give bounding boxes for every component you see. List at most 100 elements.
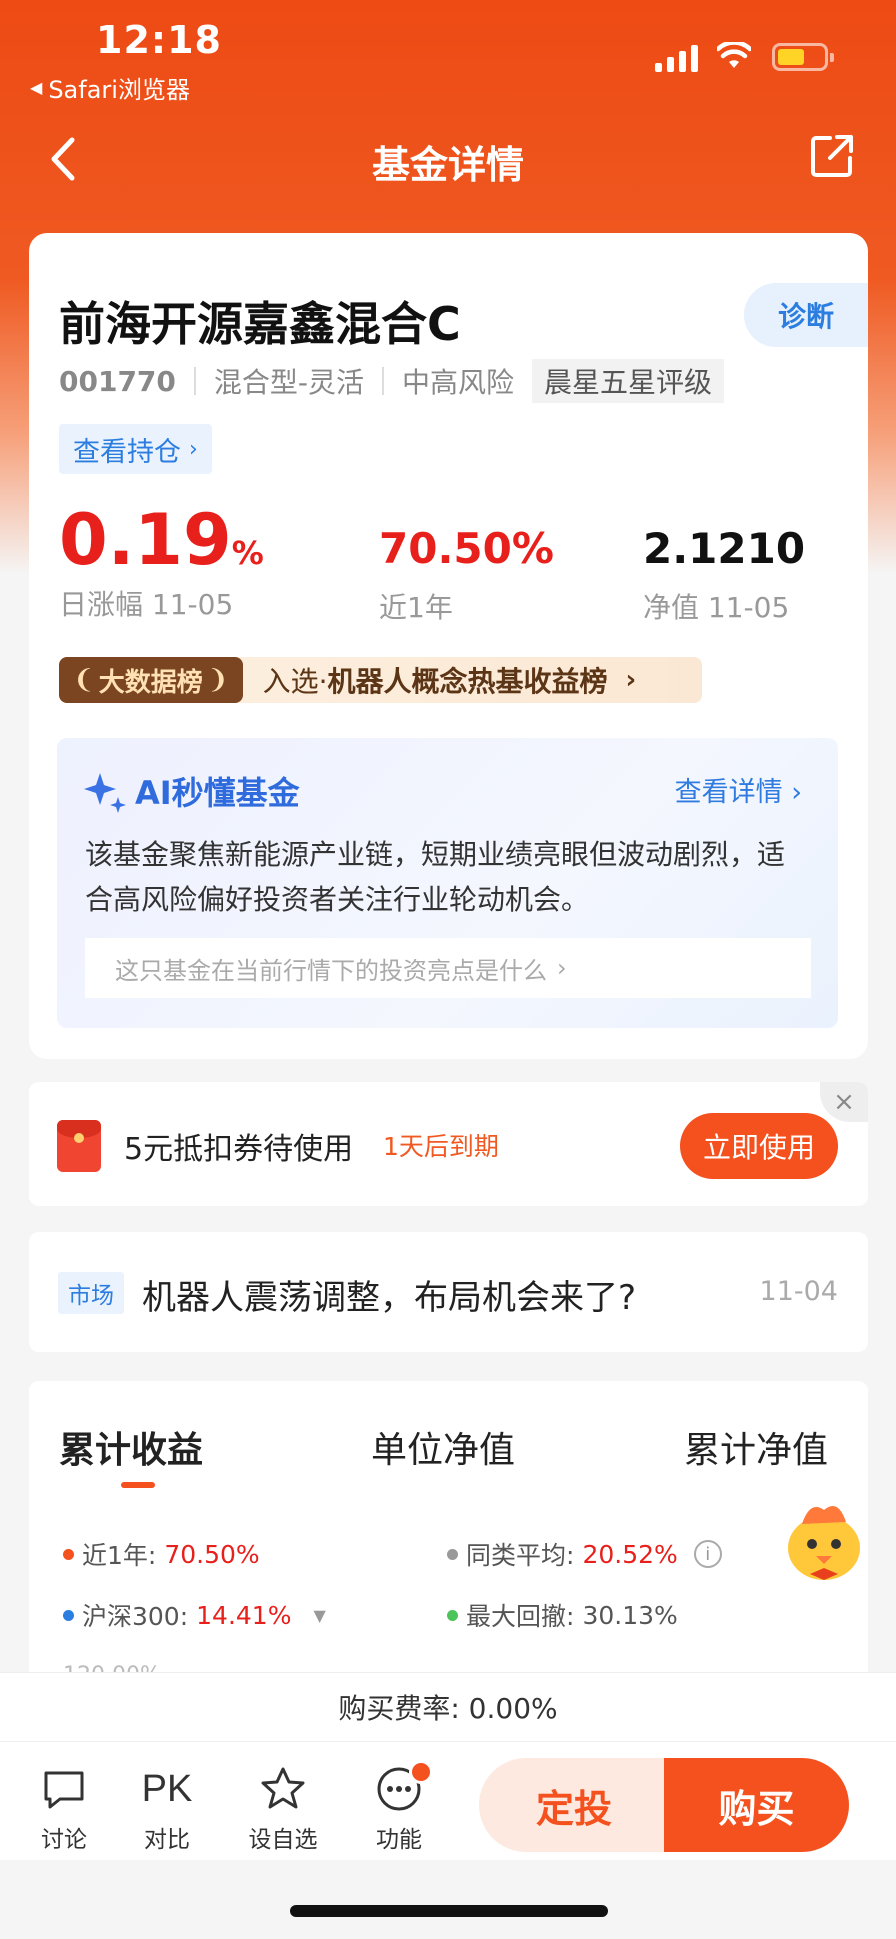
nav-label: 净值 11-05 xyxy=(643,591,790,624)
back-app-label: Safari浏览器 xyxy=(48,76,190,104)
view-holdings-link[interactable]: 查看持仓 › xyxy=(59,424,212,474)
red-envelope-icon xyxy=(57,1120,101,1172)
tab-cumulative-nav[interactable]: 累计净值 xyxy=(684,1421,828,1473)
compare-button[interactable]: PK 对比 xyxy=(127,1764,207,1854)
auto-invest-button[interactable]: 定投 xyxy=(479,1758,669,1852)
legend-value: 70.50% xyxy=(164,1539,260,1569)
legend-dot xyxy=(63,1609,74,1621)
view-holdings-label: 查看持仓 xyxy=(73,436,181,468)
news-tag: 市场 xyxy=(58,1272,124,1314)
mascot-chick-icon[interactable] xyxy=(780,1496,868,1586)
discuss-button[interactable]: 讨论 xyxy=(24,1764,104,1854)
ai-question-label: 这只基金在当前行情下的投资亮点是什么 xyxy=(115,956,547,985)
home-indicator[interactable] xyxy=(290,1905,608,1917)
tab-cumulative-return[interactable]: 累计收益 xyxy=(59,1421,203,1473)
fund-summary-card: 前海开源嘉鑫混合C 诊断 001770 混合型-灵活 中高风险 晨星五星评级 查… xyxy=(29,233,868,1059)
legend-one-year: 近1年: 70.50% xyxy=(63,1536,260,1572)
back-triangle-icon: ◀ xyxy=(30,78,43,97)
daily-change-label: 日涨幅 11-05 xyxy=(59,588,234,621)
dropdown-triangle-icon: ▼ xyxy=(313,1605,326,1625)
signal-icon xyxy=(655,44,698,72)
nav-value: 2.1210 xyxy=(643,524,806,573)
legend-label: 同类平均: xyxy=(466,1541,575,1570)
ai-summary: 该基金聚焦新能源产业链，短期业绩亮眼但波动剧烈，适合高风险偏好投资者关注行业轮动… xyxy=(85,838,786,916)
purchase-fee-text: 购买费率: 0.00% xyxy=(338,1692,558,1725)
wifi-icon xyxy=(717,42,751,68)
add-watchlist-button[interactable]: 设自选 xyxy=(243,1764,323,1854)
fund-name: 前海开源嘉鑫混合C xyxy=(59,297,461,351)
discuss-label: 讨论 xyxy=(41,1827,87,1853)
home-indicator-area xyxy=(0,1860,896,1939)
fund-code: 001770 xyxy=(59,364,176,398)
back-to-app-link[interactable]: ◀ Safari浏览器 xyxy=(30,70,190,105)
coupon-expiry: 1天后到期 xyxy=(383,1132,499,1161)
legend-label: 沪深300: xyxy=(82,1602,189,1631)
battery-icon xyxy=(772,43,834,71)
coupon-text: 5元抵扣券待使用 xyxy=(124,1132,354,1167)
coupon-card: 5元抵扣券待使用 1天后到期 立即使用 × xyxy=(29,1082,868,1206)
daily-change-value: 0.19 xyxy=(59,499,232,581)
ai-view-details-link[interactable]: 查看详情 › xyxy=(675,770,802,809)
notification-dot xyxy=(409,1760,433,1784)
fund-type: 混合型-灵活 xyxy=(213,366,365,399)
ranking-prefix: 入选· xyxy=(262,665,328,698)
purchase-fee-bar: 购买费率: 0.00% xyxy=(0,1672,896,1742)
status-time: 12:18 xyxy=(96,18,222,62)
performance-card: 累计收益 单位净值 累计净值 近1年: 70.50% 同类平均: 20.52% i … xyxy=(29,1381,868,1681)
legend-category-average: 同类平均: 20.52% i xyxy=(447,1536,722,1572)
tab-unit-nav[interactable]: 单位净值 xyxy=(371,1421,515,1473)
news-date: 11-04 xyxy=(759,1276,838,1307)
laurel-right-icon: ❩ xyxy=(206,665,229,695)
compare-label: 对比 xyxy=(144,1827,190,1853)
legend-dot xyxy=(447,1609,458,1621)
chevron-right-icon: › xyxy=(557,954,567,982)
fund-risk: 中高风险 xyxy=(402,366,515,399)
star-icon xyxy=(261,1767,305,1809)
ai-title: AI秒懂基金 xyxy=(83,768,300,814)
chevron-right-icon: › xyxy=(625,665,637,695)
ai-view-details-label: 查看详情 xyxy=(674,777,783,808)
info-icon[interactable]: i xyxy=(693,1540,722,1568)
one-year-return-value: 70.50% xyxy=(379,524,554,573)
news-card[interactable]: 市场 机器人震荡调整，布局机会来了? 11-04 xyxy=(29,1232,868,1352)
legend-label: 最大回撤: xyxy=(466,1602,575,1631)
daily-change-stat: 0.19% 日涨幅 11-05 xyxy=(59,505,264,623)
divider xyxy=(193,367,196,395)
divider xyxy=(382,367,385,395)
legend-dot xyxy=(63,1548,74,1560)
one-year-return-label: 近1年 xyxy=(379,591,453,624)
fund-meta: 001770 混合型-灵活 中高风险 晨星五星评级 xyxy=(59,359,725,403)
close-icon[interactable]: × xyxy=(820,1082,868,1122)
use-coupon-button[interactable]: 立即使用 xyxy=(680,1113,838,1179)
one-year-return-stat: 70.50% 近1年 xyxy=(379,528,554,626)
chevron-right-icon: › xyxy=(189,436,198,462)
ai-insight-panel: AI秒懂基金 查看详情 › 该基金聚焦新能源产业链，短期业绩亮眼但波动剧烈，适合… xyxy=(57,738,838,1028)
ranking-banner[interactable]: ❨ 大数据榜 ❩ 入选·机器人概念热基收益榜 › xyxy=(59,657,702,703)
laurel-left-icon: ❨ xyxy=(73,665,95,695)
fund-rating-badge: 晨星五星评级 xyxy=(532,359,725,403)
buy-button[interactable]: 购买 xyxy=(664,1758,849,1852)
legend-value: 14.41% xyxy=(196,1600,292,1630)
daily-change-unit: % xyxy=(231,534,264,572)
status-bar: 12:18 ◀ Safari浏览器 xyxy=(0,0,896,110)
diagnose-button[interactable]: 诊断 xyxy=(744,283,868,347)
chevron-right-icon: › xyxy=(791,777,802,808)
news-title: 机器人震荡调整，布局机会来了? xyxy=(142,1278,637,1318)
nav-stat: 2.1210 净值 11-05 xyxy=(643,528,805,626)
page-title: 基金详情 xyxy=(371,143,524,187)
nav-bar: 基金详情 xyxy=(0,120,896,200)
functions-label: 功能 xyxy=(376,1827,422,1853)
ai-suggested-question[interactable]: 这只基金在当前行情下的投资亮点是什么 › xyxy=(85,938,811,998)
ai-title-label: AI秒懂基金 xyxy=(135,774,300,812)
legend-value: 20.52% xyxy=(582,1539,678,1569)
bottom-toolbar: 讨论 PK 对比 设自选 功能 定投 购买 xyxy=(0,1742,896,1860)
legend-max-drawdown: 最大回撤: 30.13% xyxy=(447,1597,678,1633)
legend-label: 近1年: xyxy=(82,1541,157,1570)
legend-csi300[interactable]: 沪深300: 14.41% ▼ xyxy=(63,1597,326,1633)
chat-bubble-icon xyxy=(44,1771,84,1809)
functions-button[interactable]: 功能 xyxy=(359,1760,439,1854)
ranking-text: 入选·机器人概念热基收益榜 xyxy=(263,660,608,700)
sparkle-icon xyxy=(84,773,126,813)
share-icon[interactable] xyxy=(810,134,854,178)
legend-value: 30.13% xyxy=(582,1600,678,1630)
